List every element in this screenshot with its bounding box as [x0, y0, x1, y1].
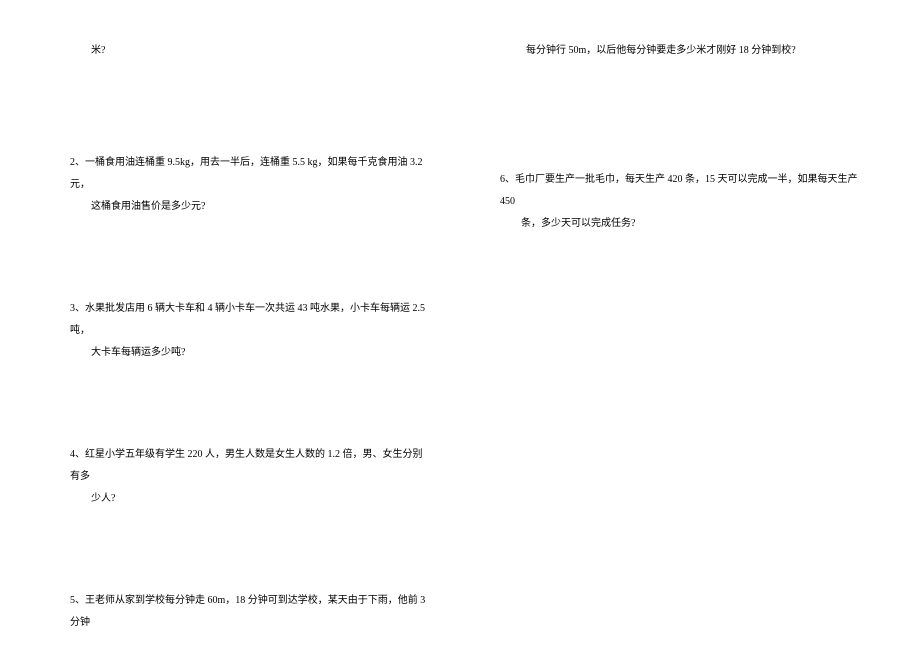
question-2: 2、一桶食用油连桶重 9.5kg，用去一半后，连桶重 5.5 kg，如果每千克食… [70, 152, 430, 218]
question-2-line2: 这桶食用油售价是多少元? [70, 196, 430, 218]
question-4-line1: 红星小学五年级有学生 220 人，男生人数是女生人数的 1.2 倍，男、女生分别… [70, 449, 423, 482]
page-container: 米? 2、一桶食用油连桶重 9.5kg，用去一半后，连桶重 5.5 kg，如果每… [0, 0, 920, 647]
question-3-label: 3、 [70, 303, 85, 314]
question-3-line2: 大卡车每辆运多少吨? [70, 342, 430, 364]
question-2-line1: 一桶食用油连桶重 9.5kg，用去一半后，连桶重 5.5 kg，如果每千克食用油… [70, 157, 423, 190]
question-6-label: 6、 [500, 174, 515, 185]
question-3: 3、水果批发店用 6 辆大卡车和 4 辆小卡车一次共运 43 吨水果，小卡车每辆… [70, 298, 430, 364]
question-3-line1: 水果批发店用 6 辆大卡车和 4 辆小卡车一次共运 43 吨水果，小卡车每辆运 … [70, 303, 425, 336]
left-column: 米? 2、一桶食用油连桶重 9.5kg，用去一半后，连桶重 5.5 kg，如果每… [0, 0, 470, 647]
question-5-cont-text: 每分钟行 50m，以后他每分钟要走多少米才刚好 18 分钟到校? [526, 45, 796, 56]
question-6-line1: 毛巾厂要生产一批毛巾，每天生产 420 条，15 天可以完成一半，如果每天生产 … [500, 174, 858, 207]
question-5-label: 5、 [70, 595, 85, 606]
question-4: 4、红星小学五年级有学生 220 人，男生人数是女生人数的 1.2 倍，男、女生… [70, 444, 430, 510]
question-6-line2: 条，多少天可以完成任务? [500, 213, 860, 235]
question-1-text: 米? [70, 40, 430, 62]
right-column: 每分钟行 50m，以后他每分钟要走多少米才刚好 18 分钟到校? 6、毛巾厂要生… [470, 0, 920, 647]
question-5-line1: 王老师从家到学校每分钟走 60m，18 分钟可到达学校，某天由于下雨，他前 3 … [70, 595, 425, 628]
question-6: 6、毛巾厂要生产一批毛巾，每天生产 420 条，15 天可以完成一半，如果每天生… [500, 169, 860, 235]
question-5: 5、王老师从家到学校每分钟走 60m，18 分钟可到达学校，某天由于下雨，他前 … [70, 590, 430, 634]
question-2-label: 2、 [70, 157, 85, 168]
question-5-continuation: 每分钟行 50m，以后他每分钟要走多少米才刚好 18 分钟到校? [526, 40, 860, 62]
question-1-fragment: 米? [70, 40, 430, 62]
question-4-line2: 少人? [70, 488, 430, 510]
question-4-label: 4、 [70, 449, 85, 460]
